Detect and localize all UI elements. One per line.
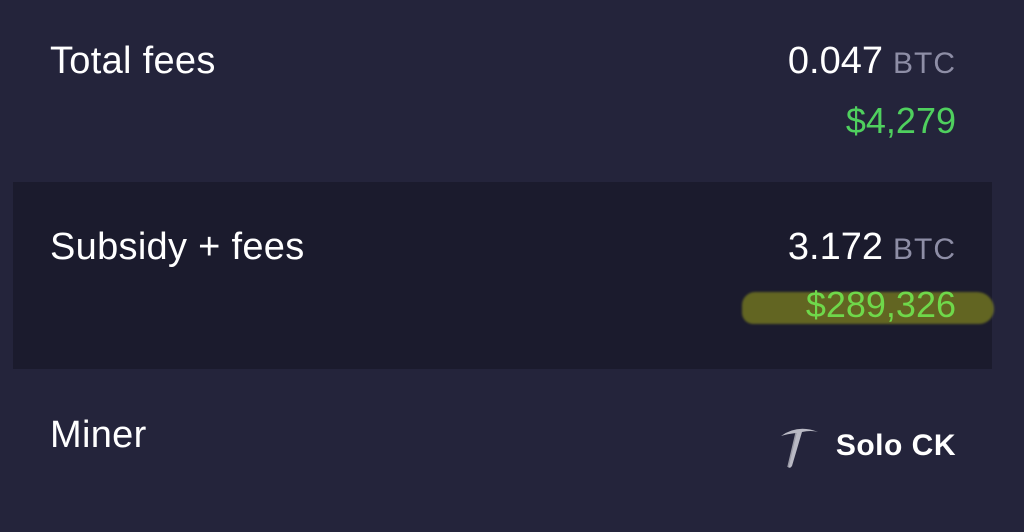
subsidy-fees-usd-highlighted: $289,326 bbox=[742, 284, 994, 325]
miner-label: Miner bbox=[50, 414, 147, 456]
subsidy-fees-btc-unit: BTC bbox=[893, 233, 956, 266]
total-fees-row: Total fees 0.047 BTC $4,279 bbox=[0, 0, 1024, 180]
subsidy-fees-usd-value: $289,326 bbox=[805, 284, 956, 325]
total-fees-btc-amount: 0.047 BTC bbox=[788, 40, 956, 83]
subsidy-fees-btc-value: 3.172 bbox=[787, 226, 883, 268]
total-fees-btc-unit: BTC bbox=[893, 47, 956, 80]
miner-name: Solo CK bbox=[835, 429, 956, 462]
subsidy-fees-row: Subsidy + fees 3.172 BTC $289,326 bbox=[13, 182, 994, 369]
total-fees-btc-value: 0.047 bbox=[787, 40, 883, 82]
total-fees-label: Total fees bbox=[50, 40, 216, 82]
miner-link[interactable]: Solo CK bbox=[778, 422, 956, 470]
total-fees-usd-value: $4,279 bbox=[845, 100, 956, 141]
subsidy-fees-btc-amount: 3.172 BTC bbox=[788, 226, 956, 269]
miner-row: Miner Solo CK bbox=[0, 372, 1024, 532]
subsidy-fees-label: Subsidy + fees bbox=[50, 226, 305, 268]
pickaxe-icon bbox=[780, 428, 818, 468]
